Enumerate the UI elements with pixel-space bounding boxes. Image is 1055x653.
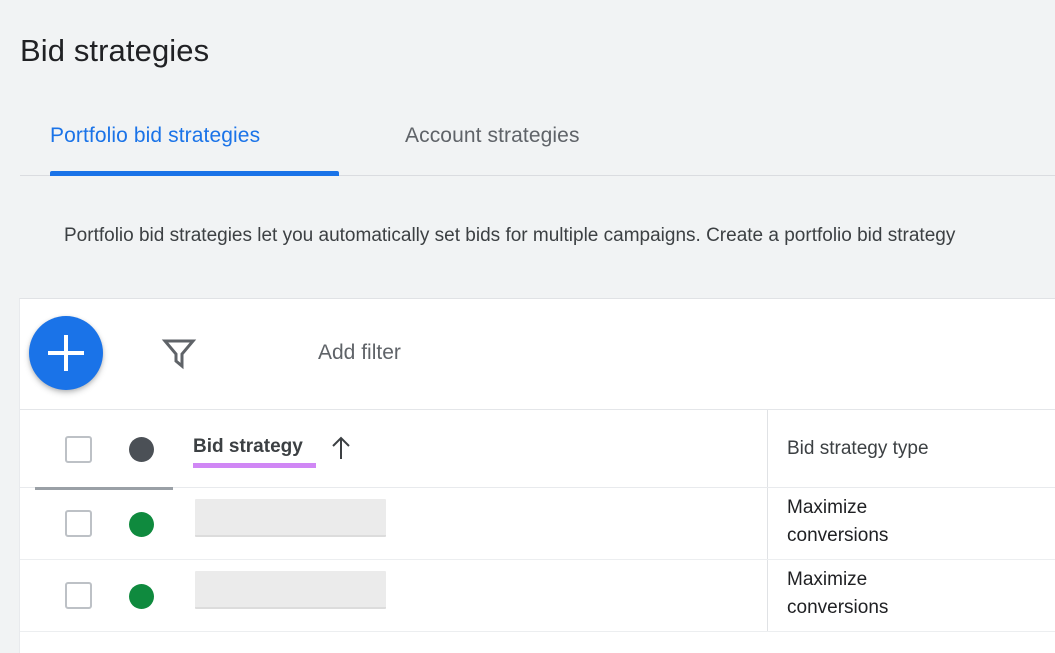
tab-account-strategies[interactable]: Account strategies [405, 96, 580, 175]
table-row[interactable]: Maximize conversions [20, 488, 1055, 560]
column-divider [767, 560, 768, 631]
column-header-highlight [193, 463, 316, 468]
row-select-checkbox[interactable] [65, 510, 92, 537]
add-filter-label[interactable]: Add filter [318, 336, 401, 369]
select-all-checkbox[interactable] [65, 436, 92, 463]
bid-strategies-table: Bid strategy Bid strategy type Maximize … [20, 410, 1055, 632]
status-badge [129, 584, 154, 609]
table-header-row: Bid strategy Bid strategy type [20, 410, 1055, 490]
column-header-bid-strategy[interactable]: Bid strategy [193, 433, 303, 461]
tab-portfolio-bid-strategies[interactable]: Portfolio bid strategies [50, 96, 260, 175]
cell-bid-strategy-type: Maximize conversions [787, 569, 889, 618]
table-row[interactable]: Maximize conversions [20, 560, 1055, 632]
page-title: Bid strategies [20, 32, 210, 68]
section-description: Portfolio bid strategies let you automat… [64, 225, 956, 246]
funnel-icon[interactable] [161, 335, 197, 371]
tab-label: Account strategies [405, 123, 580, 147]
row-select-checkbox[interactable] [65, 582, 92, 609]
column-divider [767, 410, 768, 487]
tab-strip: Portfolio bid strategies Account strateg… [20, 96, 1055, 177]
bid-strategy-name-redacted[interactable] [195, 571, 386, 609]
bid-strategies-panel: Add filter Bid strategy Bid strategy typ… [19, 298, 1055, 653]
status-column-icon [129, 437, 154, 462]
tab-label: Portfolio bid strategies [50, 123, 261, 147]
cell-bid-strategy-type: Maximize conversions [787, 497, 889, 546]
plus-icon [29, 316, 103, 390]
bid-strategy-name-redacted[interactable] [195, 499, 386, 537]
active-tab-indicator [50, 171, 339, 176]
column-divider [767, 488, 768, 559]
arrow-up-icon[interactable] [327, 434, 355, 462]
status-badge [129, 512, 154, 537]
table-toolbar: Add filter [20, 299, 1055, 410]
create-bid-strategy-button[interactable] [29, 316, 103, 390]
column-header-bid-strategy-type[interactable]: Bid strategy type [787, 435, 929, 463]
